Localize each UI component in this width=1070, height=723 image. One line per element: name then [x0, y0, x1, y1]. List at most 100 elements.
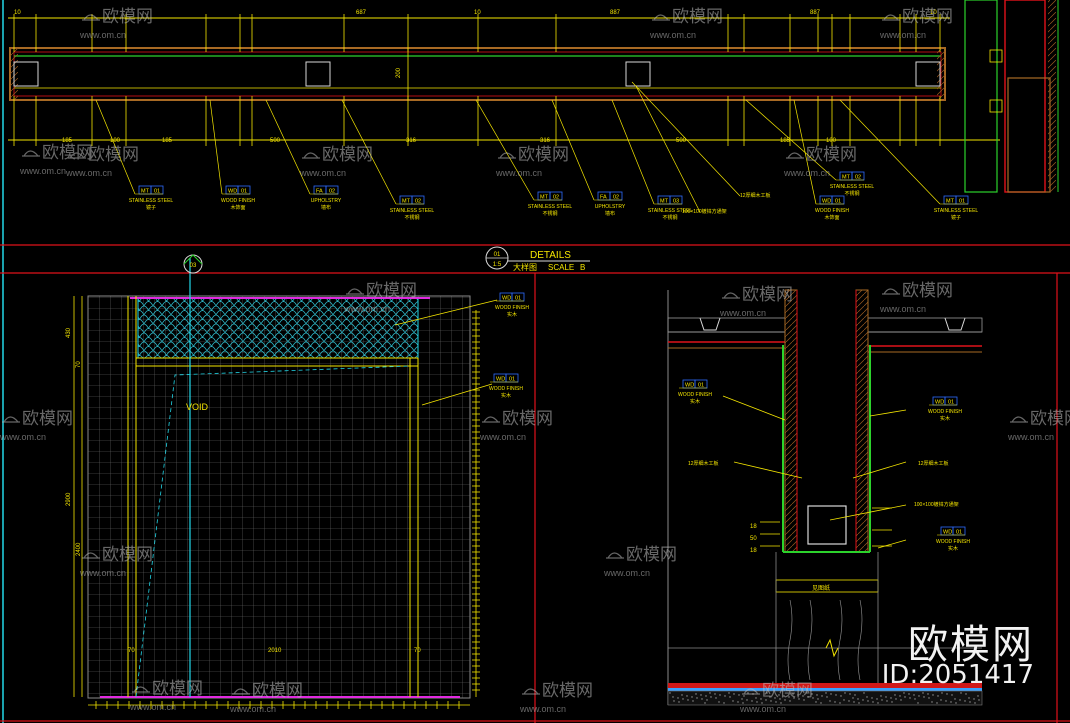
- tag-material-name: UPHOLSTRY: [311, 198, 342, 204]
- watermark-site-text: www.om.cn: [0, 432, 46, 442]
- watermark-site-text: www.om.cn: [1007, 432, 1054, 442]
- watermark-brand-text: 欧模网: [366, 281, 417, 300]
- watermark-stamp: 欧模网 www.om.cn: [649, 7, 723, 40]
- dim-text: 200: [396, 67, 402, 78]
- dim-text: 70: [128, 648, 135, 654]
- watermark-brand-text: 欧模网: [806, 145, 857, 164]
- watermark-stamp: 欧模网 www.om.cn: [519, 681, 593, 714]
- watermark-site-text: www.om.cn: [299, 168, 346, 178]
- watermark-brand-text: 欧模网: [42, 143, 93, 162]
- sofa-logo-icon: [1010, 416, 1028, 423]
- dim-text: 500: [676, 138, 687, 144]
- dim-text: 2900: [66, 492, 72, 506]
- tag-number: 01: [698, 383, 704, 389]
- watermark-brand-text: 欧模网: [88, 145, 139, 164]
- watermark-stamp: 欧模网 www.om.cn: [0, 409, 73, 442]
- tag-material-cn: 不锈钢: [404, 214, 419, 221]
- left-screen-elevation: [73, 254, 498, 709]
- material-tag-right-1: WD 01 WOOD FINISH实木: [928, 396, 962, 422]
- watermark-brand-text: 欧模网: [152, 679, 203, 698]
- tag-code: MT: [141, 189, 150, 195]
- watermark-id: ID:2051417: [881, 660, 1034, 690]
- tag-material-cn: 实木: [948, 545, 958, 552]
- tag-number: 03: [673, 199, 679, 205]
- watermark-brand-text: 欧模网: [762, 681, 813, 700]
- tag-material-name: STAINLESS STEEL: [830, 184, 875, 190]
- tag-material-cn: 墙布: [605, 210, 615, 217]
- sofa-logo-icon: [302, 152, 320, 159]
- note-text: 12厚细木工板: [740, 192, 771, 199]
- tag-material-cn: 实木: [507, 311, 517, 318]
- watermark-site-text: www.om.cn: [719, 308, 766, 318]
- notes: 12厚细木工板 100×100镀锌方通架 12厚细木工板 12厚细木工板 100…: [682, 192, 959, 508]
- tag-material-name: WOOD FINISH: [815, 208, 849, 214]
- tag-number: 02: [613, 195, 619, 201]
- tag-number: 01: [959, 199, 965, 205]
- sofa-logo-icon: [522, 688, 540, 695]
- material-tag-right-0: WD 01 WOOD FINISH实木: [678, 379, 712, 405]
- sofa-logo-icon: [606, 552, 624, 559]
- tag-material-name: WOOD FINISH: [678, 392, 712, 398]
- tag-code: FA: [316, 189, 323, 195]
- dim-text: 70: [76, 361, 82, 368]
- material-tag-top-3: MT 02 STAINLESS STEEL不锈钢: [390, 195, 434, 221]
- sofa-logo-icon: [2, 416, 20, 423]
- sofa-logo-icon: [882, 288, 900, 295]
- tag-number: 02: [329, 189, 335, 195]
- material-tag-top-5: FA 02 UPHOLSTRY墙布: [594, 191, 626, 217]
- tag-code: MT: [402, 199, 411, 205]
- dim-text: 70: [414, 648, 421, 654]
- material-tag-left-0: WD 01 WOOD FINISH实木: [495, 292, 529, 318]
- watermark-brand-text: 欧模网: [742, 285, 793, 304]
- tag-material-name: WOOD FINISH: [936, 539, 970, 545]
- watermark-stamp: 欧模网 www.om.cn: [1007, 409, 1070, 442]
- tag-material-cn: 木饰面: [824, 214, 839, 221]
- scale-label: SCALE: [548, 263, 574, 272]
- tag-code: WD: [943, 530, 952, 536]
- dim-text: 887: [810, 10, 821, 16]
- watermark-site-text: www.om.cn: [739, 704, 786, 714]
- tag-number: 02: [415, 199, 421, 205]
- material-tag-top-0: MT 01 STAINLESS STEEL镜子: [129, 185, 173, 211]
- watermark-brand-text: 欧模网: [102, 545, 153, 564]
- tag-material-cn: 木饰面: [230, 204, 245, 211]
- dim-text: 2400: [76, 542, 82, 556]
- sofa-logo-icon: [482, 416, 500, 423]
- dim-text: 10: [474, 10, 481, 16]
- section-marker: 03: [190, 263, 197, 269]
- watermark-site-text: www.om.cn: [343, 304, 390, 314]
- detail-title: DETAILS: [530, 250, 571, 261]
- watermark-stamp: 欧模网 www.om.cn: [783, 145, 857, 178]
- tag-material-name: STAINLESS STEEL: [648, 208, 693, 214]
- watermark-brand-text: 欧模网: [542, 681, 593, 700]
- dim-text: 185: [162, 138, 173, 144]
- watermark-stamp: 欧模网 www.om.cn: [299, 145, 373, 178]
- watermark-site-text: www.om.cn: [479, 432, 526, 442]
- tag-code: MT: [540, 195, 549, 201]
- tag-material-cn: 墙布: [321, 204, 331, 211]
- tag-number: 01: [515, 296, 521, 302]
- tag-material-cn: 实木: [690, 398, 700, 405]
- tag-material-name: STAINLESS STEEL: [934, 208, 979, 214]
- tag-material-cn: 镜子: [146, 204, 156, 211]
- dim-text: 687: [356, 10, 367, 16]
- tag-material-cn: 实木: [940, 415, 950, 422]
- detail-subtitle: 大样图: [513, 262, 537, 272]
- base-label: 见图纸: [812, 584, 830, 592]
- tag-number: 02: [855, 175, 861, 181]
- tag-code: MT: [946, 199, 955, 205]
- tag-number: 01: [509, 377, 515, 383]
- dim-text: 500: [270, 138, 281, 144]
- tag-material-name: WOOD FINISH: [928, 409, 962, 415]
- watermark-stamp: 欧模网 www.om.cn: [719, 285, 793, 318]
- tag-number: 01: [956, 530, 962, 536]
- tag-number: 01: [835, 199, 841, 205]
- tag-material-name: WOOD FINISH: [221, 198, 255, 204]
- watermark-site-text: www.om.cn: [79, 568, 126, 578]
- watermark-brand-text: 欧模网: [322, 145, 373, 164]
- tag-code: WD: [228, 189, 237, 195]
- tag-code: WD: [502, 296, 511, 302]
- note-text: 12厚细木工板: [688, 460, 719, 467]
- watermark-site-text: www.om.cn: [879, 30, 926, 40]
- watermark-site-text: www.om.cn: [65, 168, 112, 178]
